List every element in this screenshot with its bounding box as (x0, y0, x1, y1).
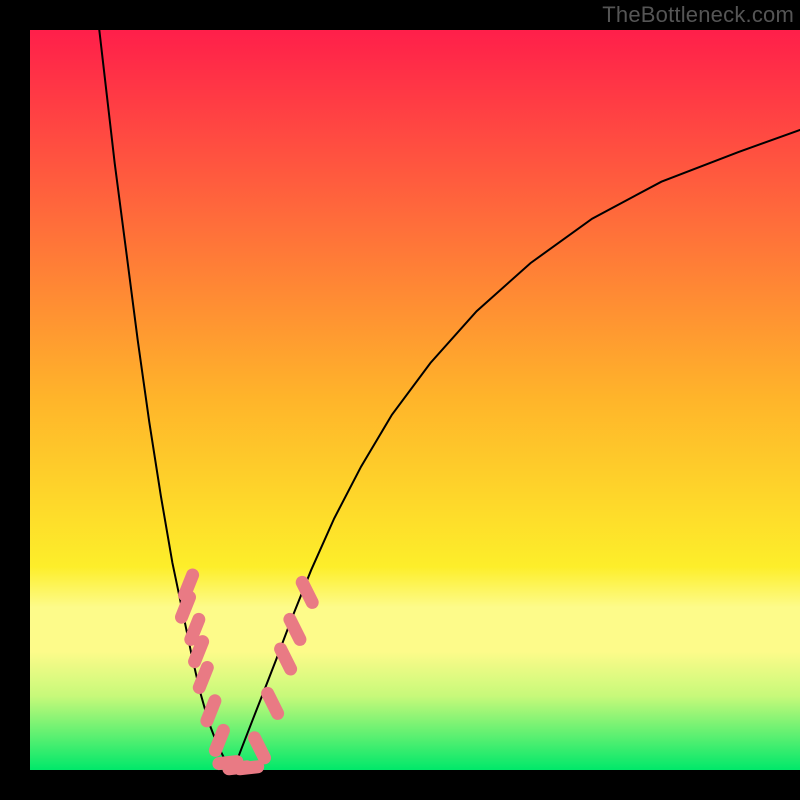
marker-dot (191, 619, 199, 639)
marker-dot (302, 582, 312, 602)
curve-right-branch (233, 130, 800, 770)
marker-dot (290, 619, 300, 639)
bottleneck-curve (0, 0, 800, 800)
marker-dot (255, 738, 265, 758)
marker-dot (268, 693, 278, 713)
curve-markers (182, 575, 313, 769)
marker-dot (199, 668, 207, 688)
marker-dot (240, 767, 258, 769)
marker-dot (207, 701, 215, 721)
chart-frame: TheBottleneck.com (0, 0, 800, 800)
marker-dot (215, 730, 223, 750)
marker-dot (281, 649, 291, 669)
marker-dot (182, 597, 190, 617)
marker-dot (195, 642, 203, 662)
curve-left-branch (99, 30, 233, 770)
